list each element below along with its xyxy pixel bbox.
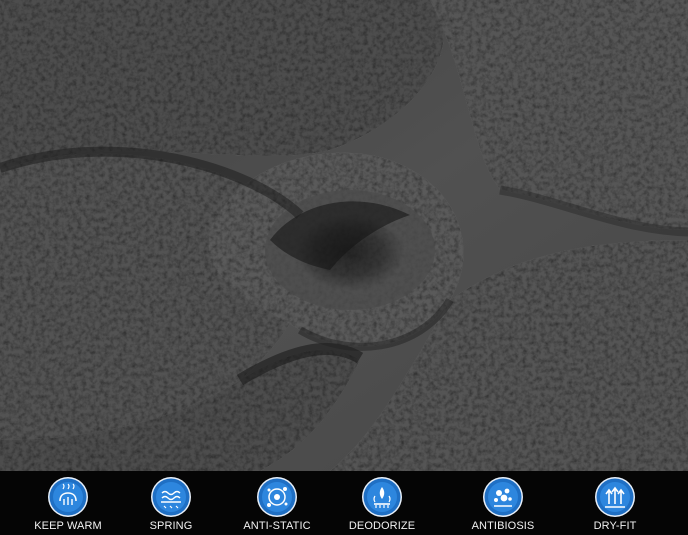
feature-strip: KEEP WARM SPRING ANTI-STATIC DEODORIZE ANTIB…: [0, 471, 688, 535]
feature-item: ANTI-STATIC: [227, 471, 327, 535]
feature-label: ANTI-STATIC: [243, 520, 311, 532]
feature-label: KEEP WARM: [34, 520, 102, 532]
deodorize-icon: [361, 476, 403, 518]
feature-item: DRY-FIT: [565, 471, 665, 535]
feature-label: DRY-FIT: [593, 520, 637, 532]
keep-warm-icon: [47, 476, 89, 518]
feature-item: DEODORIZE: [332, 471, 432, 535]
anti-static-icon: [256, 476, 298, 518]
feature-item: KEEP WARM: [18, 471, 118, 535]
dry-fit-icon: [594, 476, 636, 518]
feature-label: DEODORIZE: [348, 520, 416, 532]
feature-label: ANTIBIOSIS: [471, 520, 535, 532]
feature-label: SPRING: [149, 520, 193, 532]
feature-item: SPRING: [121, 471, 221, 535]
feature-item: ANTIBIOSIS: [453, 471, 553, 535]
fleece-fabric-photo: [0, 0, 688, 471]
spring-icon: [150, 476, 192, 518]
antibiosis-icon: [482, 476, 524, 518]
product-image: KEEP WARM SPRING ANTI-STATIC DEODORIZE ANTIB…: [0, 0, 688, 535]
